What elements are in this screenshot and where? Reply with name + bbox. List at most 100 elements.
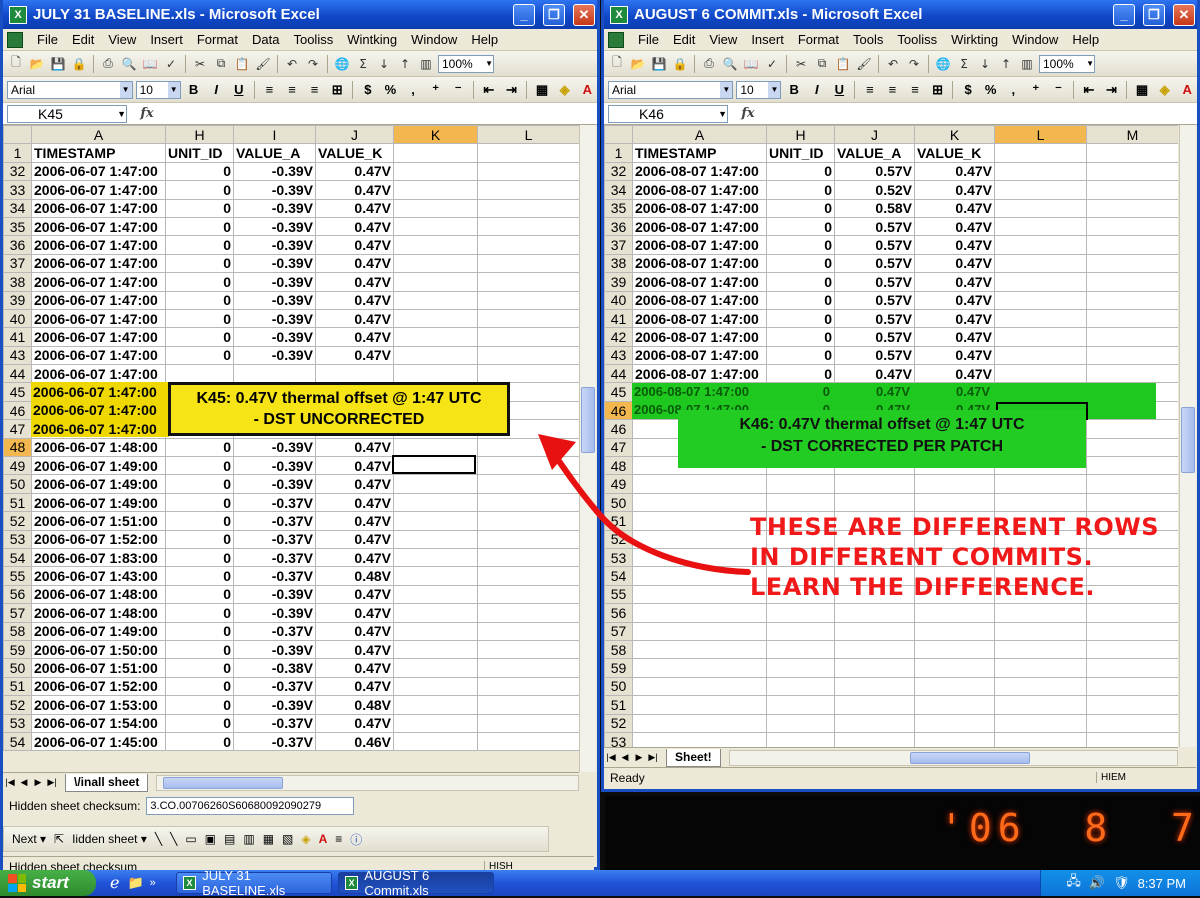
- chart-wizard-icon[interactable]: ▥: [1018, 55, 1036, 73]
- cell[interactable]: 0: [766, 327, 835, 347]
- underline-icon[interactable]: U: [229, 81, 249, 99]
- new-icon[interactable]: 🗋: [608, 55, 626, 73]
- spelling-icon[interactable]: ✓: [763, 55, 781, 73]
- cell[interactable]: [393, 364, 478, 384]
- cell[interactable]: 0: [766, 308, 835, 329]
- cell[interactable]: [393, 621, 478, 641]
- cell[interactable]: 0.47V: [914, 216, 995, 237]
- cell[interactable]: 0: [165, 584, 234, 605]
- cell[interactable]: [393, 308, 478, 329]
- cell[interactable]: 0.47V: [315, 676, 394, 697]
- folder-icon[interactable]: 📁: [127, 875, 143, 891]
- cell[interactable]: [1086, 658, 1178, 678]
- permission-icon[interactable]: 🔒: [671, 55, 689, 73]
- cell[interactable]: [632, 639, 767, 660]
- cell[interactable]: 2006-06-07 1:47:00: [31, 364, 166, 384]
- cell[interactable]: 2006-06-07 1:47:00: [31, 161, 166, 182]
- cell[interactable]: 0.47V: [315, 547, 394, 568]
- cell[interactable]: 0.47V: [914, 161, 995, 182]
- cell[interactable]: -0.39V: [233, 235, 316, 255]
- align-center-icon[interactable]: ≡: [282, 81, 302, 99]
- cell[interactable]: 2006-06-07 1:52:00: [31, 529, 166, 549]
- cell[interactable]: [994, 290, 1087, 310]
- cell[interactable]: [233, 364, 316, 384]
- row-header[interactable]: 44: [3, 364, 32, 384]
- cell[interactable]: [477, 272, 579, 292]
- diagram-icon[interactable]: ▥: [243, 832, 254, 846]
- cell[interactable]: [994, 731, 1087, 747]
- undo-icon[interactable]: ↶: [283, 55, 301, 73]
- cell[interactable]: 0: [165, 198, 234, 218]
- permission-icon[interactable]: 🔒: [70, 55, 88, 73]
- menu-file[interactable]: File: [638, 32, 659, 47]
- cell[interactable]: 0.47V: [315, 603, 394, 623]
- cell[interactable]: [914, 695, 995, 715]
- italic-icon[interactable]: I: [807, 81, 827, 99]
- cell[interactable]: [1086, 676, 1178, 697]
- cell[interactable]: 2006-08-07 1:47:00: [632, 327, 767, 347]
- row-header[interactable]: 46: [3, 400, 32, 421]
- cell-a45[interactable]: 2006-08-07 1:47:00: [634, 383, 768, 401]
- start-button[interactable]: start: [0, 870, 96, 896]
- cell[interactable]: [994, 364, 1087, 384]
- cell[interactable]: VALUE_A: [834, 143, 915, 163]
- menu-wintking[interactable]: Wintking: [347, 32, 397, 47]
- cell[interactable]: 0: [165, 695, 234, 715]
- document-icon[interactable]: [7, 31, 23, 48]
- menu-view[interactable]: View: [709, 32, 737, 47]
- cell[interactable]: -0.37V: [233, 713, 316, 733]
- cell[interactable]: 0.57V: [834, 161, 915, 182]
- cell[interactable]: [393, 290, 478, 310]
- cell[interactable]: 0.48V: [315, 566, 394, 586]
- fill-color-icon[interactable]: ◈: [301, 832, 310, 846]
- cell[interactable]: [994, 713, 1087, 733]
- cell[interactable]: 2006-06-07 1:48:00: [31, 437, 166, 458]
- cell[interactable]: -0.39V: [233, 603, 316, 623]
- cell[interactable]: [393, 639, 478, 660]
- cell[interactable]: 2006-08-07 1:47:00: [632, 216, 767, 237]
- cell[interactable]: [1086, 603, 1178, 623]
- cell[interactable]: 0: [165, 547, 234, 568]
- menu-data[interactable]: Data: [252, 32, 279, 47]
- cell[interactable]: [632, 676, 767, 697]
- scroll-thumb[interactable]: [1181, 407, 1195, 473]
- column-header-a[interactable]: A: [632, 125, 767, 145]
- cell[interactable]: 0.47V: [315, 345, 394, 366]
- quicklaunch-more[interactable]: »: [150, 877, 156, 889]
- cell[interactable]: 2006-06-07 1:43:00: [31, 566, 166, 586]
- cell[interactable]: [994, 621, 1087, 641]
- name-box[interactable]: K45 ▼: [7, 104, 127, 123]
- cell[interactable]: [393, 713, 478, 733]
- cell[interactable]: [914, 676, 995, 697]
- cell[interactable]: TIMESTAMP: [31, 143, 166, 163]
- decrease-indent-icon[interactable]: ⇤: [479, 81, 499, 99]
- cell[interactable]: 0: [165, 713, 234, 733]
- cell[interactable]: 0.47V: [315, 161, 394, 182]
- row-header[interactable]: 53: [3, 529, 32, 549]
- align-icon[interactable]: ≡: [335, 832, 342, 846]
- first-sheet-icon[interactable]: |◀: [3, 777, 17, 788]
- cell[interactable]: 0.57V: [834, 308, 915, 329]
- cell[interactable]: [632, 713, 767, 733]
- cell[interactable]: [914, 731, 995, 747]
- cell[interactable]: [766, 713, 835, 733]
- font-size-select[interactable]: 10 ▼: [135, 80, 181, 99]
- cell[interactable]: 2006-08-07 1:47:00: [632, 364, 767, 384]
- row-header[interactable]: 45: [604, 382, 633, 402]
- select-all-corner[interactable]: [3, 125, 32, 145]
- cell[interactable]: [632, 695, 767, 715]
- undo-icon[interactable]: ↶: [884, 55, 902, 73]
- fill-color-icon[interactable]: ◈: [1155, 81, 1175, 99]
- cell[interactable]: [1086, 161, 1178, 182]
- cell[interactable]: 0: [165, 474, 234, 494]
- comma-icon[interactable]: ,: [1003, 81, 1023, 99]
- cell[interactable]: [766, 695, 835, 715]
- textbox-icon[interactable]: ▣: [205, 832, 216, 846]
- menu-help[interactable]: Help: [471, 32, 498, 47]
- menu-window[interactable]: Window: [411, 32, 457, 47]
- cell[interactable]: [632, 603, 767, 623]
- cell[interactable]: [477, 603, 579, 623]
- column-header-h[interactable]: H: [766, 125, 835, 145]
- cell[interactable]: [477, 731, 579, 752]
- cell[interactable]: -0.37V: [233, 731, 316, 752]
